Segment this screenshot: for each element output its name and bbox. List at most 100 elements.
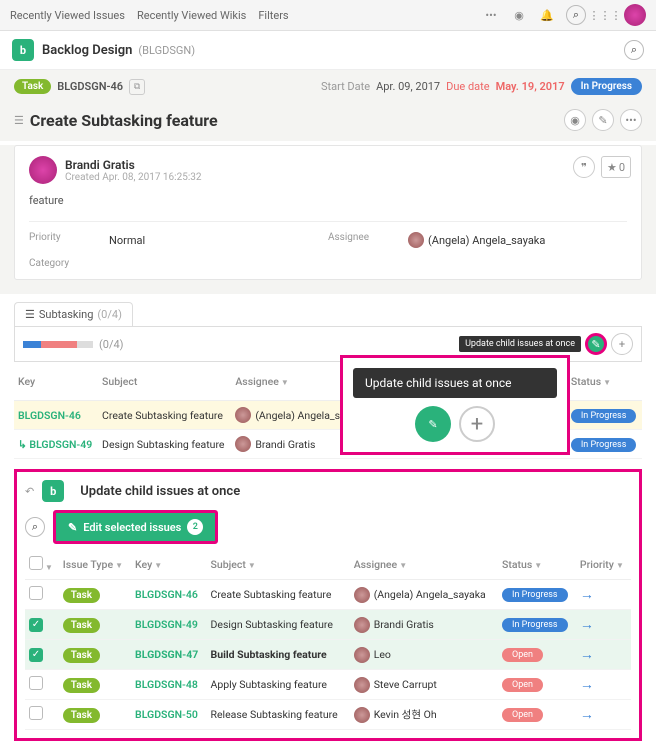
author-avatar [29, 156, 57, 184]
project-key: (BLGDSGN) [138, 44, 195, 57]
arrow-icon[interactable]: → [580, 617, 594, 633]
row-key[interactable]: BLGDSGN-49 [131, 610, 206, 640]
top-nav: Recently Viewed Issues Recently Viewed W… [0, 0, 656, 31]
subtask-tab[interactable]: ☰ Subtasking (0/4) [14, 302, 133, 326]
row-key[interactable]: BLGDSGN-46 [14, 401, 98, 430]
arrow-icon[interactable]: → [580, 647, 594, 663]
back-icon[interactable]: ↶ [25, 485, 34, 498]
check-all[interactable] [29, 556, 43, 570]
project-search-icon[interactable]: ⌕ [624, 40, 644, 60]
table-row[interactable]: Task BLGDSGN-49 Design Subtasking featur… [25, 610, 631, 640]
selected-count: 2 [187, 519, 203, 535]
row-subject: Build Subtasking feature [207, 640, 350, 670]
title-row: ☰ Create Subtasking feature ◉ ✎ ••• [0, 103, 656, 141]
table-row[interactable]: Task BLGDSGN-47 Build Subtasking feature… [25, 640, 631, 670]
issue-type-badge: Task [14, 79, 51, 94]
project-name[interactable]: Backlog Design [42, 43, 132, 58]
status-badge[interactable]: In Progress [571, 78, 642, 95]
row-subject: Design Subtasking feature [98, 430, 231, 459]
star-button[interactable]: ★ 0 [601, 156, 631, 178]
col-key[interactable]: Key [14, 362, 98, 401]
row-assignee: Brandi Gratis [350, 610, 498, 640]
row-status: Open [502, 708, 543, 722]
edit-icon: ✎ [68, 521, 77, 534]
table-row[interactable]: Task BLGDSGN-46 Create Subtasking featur… [25, 580, 631, 610]
arrow-icon[interactable]: → [580, 707, 594, 723]
edit-selected-button[interactable]: ✎ Edit selected issues 2 [53, 510, 218, 544]
add-child-button[interactable]: + [459, 406, 495, 442]
row-key[interactable]: BLGDSGN-47 [131, 640, 206, 670]
row-subject: Release Subtasking feature [207, 700, 350, 730]
copy-icon[interactable]: ⧉ [129, 79, 145, 95]
row-key[interactable]: BLGDSGN-48 [131, 670, 206, 700]
table-row[interactable]: Task BLGDSGN-50 Release Subtasking featu… [25, 700, 631, 730]
due-date-value: May. 19, 2017 [496, 80, 565, 93]
row-subject: Create Subtasking feature [207, 580, 350, 610]
table-row[interactable]: Task BLGDSGN-48 Apply Subtasking feature… [25, 670, 631, 700]
nav-recent-wikis[interactable]: Recently Viewed Wikis [137, 9, 246, 22]
col-assignee2[interactable]: Assignee▼ [350, 550, 498, 580]
row-type: Task [63, 618, 100, 633]
row-key[interactable]: BLGDSGN-50 [131, 700, 206, 730]
search-icon-update[interactable]: ⌕ [25, 517, 45, 537]
row-status: In Progress [502, 588, 568, 602]
progress-bar [23, 341, 93, 348]
start-date-value: Apr. 09, 2017 [376, 80, 440, 93]
row-checkbox[interactable] [29, 586, 43, 600]
search-icon[interactable]: ⌕ [566, 5, 586, 25]
row-checkbox[interactable] [29, 706, 43, 720]
row-type: Task [63, 678, 100, 693]
col-status2[interactable]: Status▼ [498, 550, 576, 580]
row-key[interactable]: BLGDSGN-46 [131, 580, 206, 610]
row-type: Task [63, 648, 100, 663]
col-type[interactable]: Issue Type▼ [59, 550, 131, 580]
nav-recent-issues[interactable]: Recently Viewed Issues [10, 9, 125, 22]
col-subject[interactable]: Subject [98, 362, 231, 401]
more-icon[interactable]: ••• [482, 6, 500, 24]
col-key2[interactable]: Key▼ [131, 550, 206, 580]
row-checkbox[interactable] [29, 676, 43, 690]
issue-bar: Task BLGDSGN-46 ⧉ Start Date Apr. 09, 20… [0, 70, 656, 103]
tooltip-bubble: Update child issues at once [353, 368, 557, 398]
col-priority[interactable]: Priority▼ [576, 550, 631, 580]
user-avatar[interactable] [624, 4, 646, 26]
row-subject: Apply Subtasking feature [207, 670, 350, 700]
author-name: Brandi Gratis [65, 158, 202, 172]
issue-card: Brandi Gratis Created Apr. 08, 2017 16:2… [14, 145, 642, 280]
add-child-small-button[interactable]: + [611, 333, 633, 355]
quote-icon[interactable]: ❞ [573, 156, 595, 178]
edit-button[interactable]: ✎ [592, 109, 614, 131]
row-checkbox[interactable] [29, 648, 43, 662]
tooltip-callout: Update child issues at once ✎ + [340, 355, 570, 455]
due-date-label: Due date [446, 80, 489, 93]
bulk-edit-button[interactable]: ✎ [415, 406, 451, 442]
watch-button[interactable]: ◉ [564, 109, 586, 131]
category-label: Category [29, 258, 109, 269]
row-assignee: Steve Carrupt [350, 670, 498, 700]
issue-key: BLGDSGN-46 [57, 80, 123, 93]
author-created: Created Apr. 08, 2017 16:25:32 [65, 172, 202, 183]
assignee-label: Assignee [328, 232, 408, 248]
row-assignee: Kevin 성현 Oh [350, 700, 498, 730]
col-status[interactable]: Status▼ [567, 362, 642, 401]
bulk-edit-small-button[interactable]: ✎ [585, 333, 607, 355]
row-assignee: (Angela) Angela_sayaka [350, 580, 498, 610]
row-key[interactable]: ↳ BLGDSGN-49 [14, 430, 98, 459]
arrow-icon[interactable]: → [580, 677, 594, 693]
progress-text: (0/4) [99, 338, 124, 351]
row-assignee: Leo [350, 640, 498, 670]
more-button[interactable]: ••• [620, 109, 642, 131]
row-subject: Create Subtasking feature [98, 401, 231, 430]
row-checkbox[interactable] [29, 618, 43, 632]
apps-icon[interactable]: ⋮⋮⋮ [596, 6, 614, 24]
col-subject2[interactable]: Subject▼ [207, 550, 350, 580]
arrow-icon[interactable]: → [580, 587, 594, 603]
bell-icon[interactable]: 🔔 [538, 6, 556, 24]
row-status: In Progress [571, 438, 637, 452]
nav-filters[interactable]: Filters [258, 9, 288, 22]
watch-icon[interactable]: ◉ [510, 6, 528, 24]
issue-title: Create Subtasking feature [30, 111, 218, 130]
project-icon: b [12, 39, 34, 61]
update-table: ▼ Issue Type▼ Key▼ Subject▼ Assignee▼ St… [25, 550, 631, 730]
row-subject: Design Subtasking feature [207, 610, 350, 640]
